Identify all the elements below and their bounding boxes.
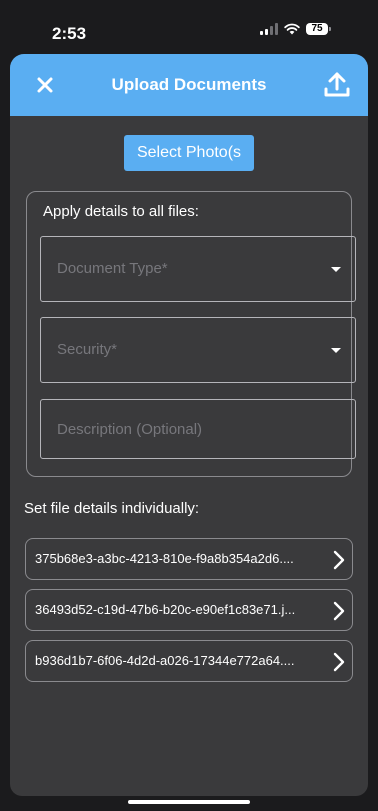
file-name: 36493d52-c19d-47b6-b20c-e90ef1c83e71.j..… bbox=[35, 602, 296, 617]
file-row[interactable]: 36493d52-c19d-47b6-b20c-e90ef1c83e71.j..… bbox=[25, 589, 353, 631]
page-title: Upload Documents bbox=[111, 75, 267, 94]
individual-details-heading: Set file details individually: bbox=[24, 500, 200, 517]
caret-down-icon bbox=[331, 267, 341, 272]
chevron-right-icon bbox=[333, 550, 345, 570]
upload-icon[interactable] bbox=[322, 70, 352, 100]
file-name: b936d1b7-6f06-4d2d-a026-17344e772a64.... bbox=[35, 653, 295, 668]
home-indicator[interactable] bbox=[128, 800, 250, 804]
upload-documents-sheet: Upload Documents Select Photo(s Apply de… bbox=[10, 54, 368, 796]
description-placeholder: Description (Optional) bbox=[57, 421, 203, 438]
apply-details-heading: Apply details to all files: bbox=[43, 203, 199, 220]
description-input[interactable]: Description (Optional) bbox=[40, 399, 356, 459]
select-photos-button[interactable]: Select Photo(s bbox=[124, 135, 254, 171]
document-type-select[interactable]: Document Type* bbox=[40, 236, 356, 302]
battery-icon: 75 bbox=[306, 23, 331, 35]
file-row[interactable]: 375b68e3-a3bc-4213-810e-f9a8b354a2d6.... bbox=[25, 538, 353, 580]
wifi-icon bbox=[284, 23, 300, 35]
chevron-right-icon bbox=[333, 601, 345, 621]
document-type-placeholder: Document Type* bbox=[57, 260, 168, 277]
chevron-right-icon bbox=[333, 652, 345, 672]
file-name: 375b68e3-a3bc-4213-810e-f9a8b354a2d6.... bbox=[35, 551, 294, 566]
file-row[interactable]: b936d1b7-6f06-4d2d-a026-17344e772a64.... bbox=[25, 640, 353, 682]
status-time: 2:53 bbox=[52, 24, 87, 43]
status-bar: 2:53 75 bbox=[0, 0, 378, 54]
status-icons: 75 bbox=[260, 23, 331, 35]
security-placeholder: Security* bbox=[57, 341, 118, 358]
cellular-signal-icon bbox=[260, 23, 278, 35]
caret-down-icon bbox=[331, 348, 341, 353]
apply-details-panel: Apply details to all files: Document Typ… bbox=[26, 191, 356, 477]
security-select[interactable]: Security* bbox=[40, 317, 356, 383]
sheet-header: Upload Documents bbox=[10, 54, 368, 116]
